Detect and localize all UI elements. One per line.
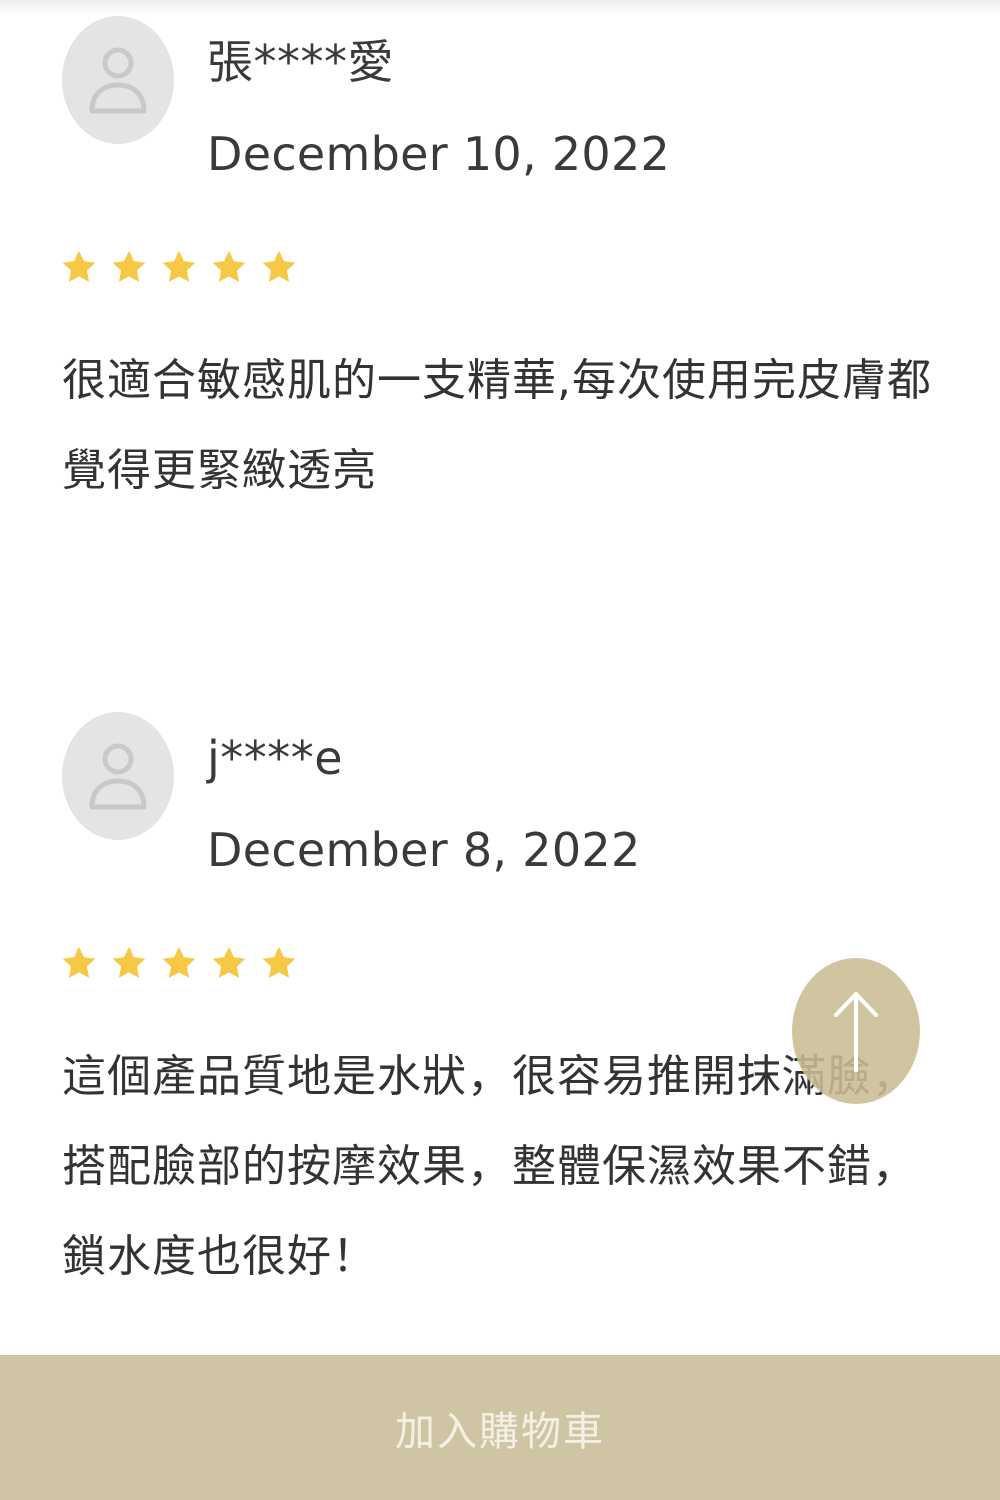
scroll-to-top-button[interactable] — [792, 958, 920, 1104]
review-text: 很適合敏感肌的一支精華,每次使用完皮膚都覺得更緊緻透亮 — [62, 355, 932, 496]
star-icon — [262, 946, 296, 978]
star-rating — [60, 944, 298, 982]
star-icon — [262, 250, 296, 282]
star-icon — [212, 946, 246, 978]
review-date: December 8, 2022 — [207, 823, 641, 877]
arrow-up-icon — [834, 992, 878, 1072]
add-to-cart-button[interactable]: 加入購物車 — [0, 1355, 1000, 1500]
top-shadow — [0, 0, 1000, 14]
star-icon — [112, 946, 146, 978]
user-silhouette-icon — [89, 743, 147, 810]
star-rating — [60, 248, 298, 286]
star-icon — [62, 946, 96, 978]
add-to-cart-label: 加入購物車 — [395, 1408, 605, 1455]
review-date: December 10, 2022 — [207, 127, 671, 181]
reviewer-name: j****e — [207, 731, 344, 785]
star-icon — [112, 250, 146, 282]
avatar — [62, 16, 174, 144]
avatar — [62, 712, 174, 840]
reviews-page: 張****愛 December 10, 2022 很適合敏感肌的一支精華,每次使… — [0, 0, 1000, 1500]
star-icon — [162, 946, 196, 978]
star-icon — [162, 250, 196, 282]
star-icon — [212, 250, 246, 282]
reviewer-name: 張****愛 — [207, 35, 394, 89]
star-icon — [62, 250, 96, 282]
user-silhouette-icon — [89, 47, 147, 114]
